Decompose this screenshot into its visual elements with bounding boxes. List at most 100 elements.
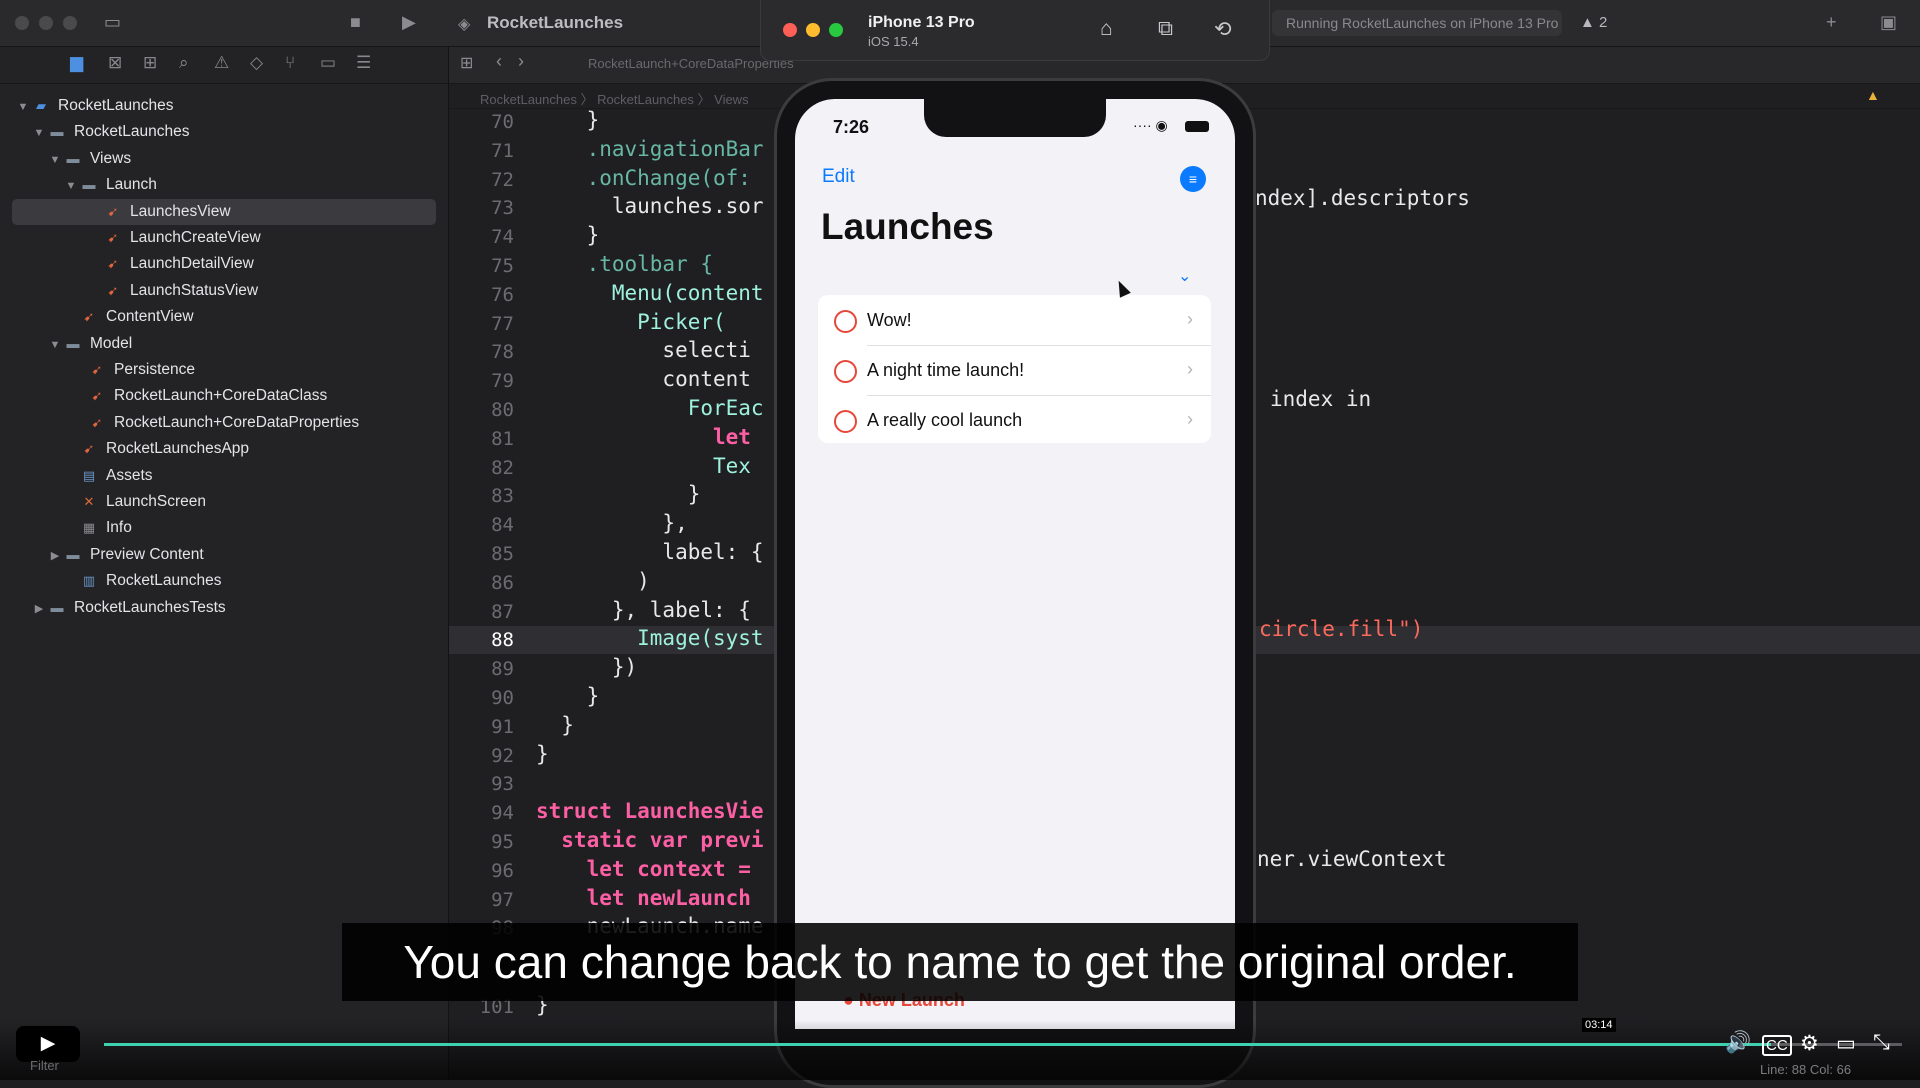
- tree-item[interactable]: ➹ LaunchesView: [88, 199, 231, 225]
- issue-navigator-icon[interactable]: ⚠: [214, 53, 229, 73]
- code-line[interactable]: ForEac: [536, 396, 764, 420]
- code-line[interactable]: let newLaunch: [536, 886, 751, 910]
- code-line[interactable]: Tex: [536, 454, 751, 478]
- code-line[interactable]: Picker(: [536, 310, 726, 334]
- tree-item[interactable]: ▼ ▰ RocketLaunches: [16, 93, 174, 120]
- run-icon[interactable]: ▶: [402, 12, 416, 33]
- tree-item[interactable]: ➹ LaunchDetailView: [88, 251, 254, 277]
- code-line[interactable]: }): [536, 655, 637, 679]
- jump-warning-icon[interactable]: ▲: [1866, 87, 1880, 103]
- tree-item[interactable]: ➹ RocketLaunchesApp: [64, 436, 250, 462]
- disclosure-chevron-icon[interactable]: ▼: [48, 332, 62, 358]
- code-line[interactable]: let context =: [536, 857, 751, 881]
- launch-row[interactable]: A really cool launch ›: [818, 396, 1211, 446]
- home-icon[interactable]: ⌂: [1100, 17, 1113, 41]
- code-line[interactable]: }: [536, 108, 600, 132]
- closed-captions-icon[interactable]: CC: [1762, 1035, 1792, 1056]
- code-line[interactable]: }: [536, 223, 600, 247]
- tree-item[interactable]: ▦ Info: [64, 515, 132, 541]
- code-line[interactable]: launches.sor: [536, 194, 764, 218]
- find-navigator-icon[interactable]: ⌕: [179, 53, 189, 73]
- disclosure-chevron-icon[interactable]: ▼: [16, 94, 30, 120]
- miniplayer-icon[interactable]: ▭: [1836, 1031, 1856, 1056]
- project-navigator-icon[interactable]: ▆: [70, 53, 83, 73]
- code-line[interactable]: .navigationBar: [536, 137, 764, 161]
- volume-icon[interactable]: 🔊: [1725, 1031, 1751, 1055]
- disclosure-chevron-icon[interactable]: ▶: [32, 596, 46, 622]
- report-navigator-icon[interactable]: ☰: [356, 53, 371, 73]
- test-navigator-icon[interactable]: ◇: [250, 53, 263, 73]
- tree-item[interactable]: ▼ ▬ RocketLaunches: [32, 119, 190, 146]
- tree-item[interactable]: ▼ ▬ Model: [48, 331, 133, 358]
- tree-item[interactable]: ✕ LaunchScreen: [64, 489, 206, 515]
- code-fragment-index[interactable]: index in: [1270, 387, 1371, 411]
- symbol-navigator-icon[interactable]: ⊞: [143, 53, 157, 73]
- launch-row[interactable]: Wow! ›: [818, 296, 1211, 346]
- tree-item[interactable]: ➹ RocketLaunch+CoreDataProperties: [72, 410, 360, 436]
- code-line[interactable]: Menu(content: [536, 281, 764, 305]
- warning-badge[interactable]: ▲ 2: [1580, 14, 1607, 31]
- code-line[interactable]: struct LaunchesVie: [536, 799, 764, 823]
- tree-item[interactable]: ➹ LaunchStatusView: [88, 278, 259, 304]
- debug-navigator-icon[interactable]: ⑂: [285, 53, 295, 73]
- play-button[interactable]: ▶: [16, 1026, 80, 1062]
- close-window-button[interactable]: [15, 16, 29, 30]
- source-control-icon[interactable]: ⊠: [108, 53, 122, 73]
- code-line[interactable]: }: [536, 482, 701, 506]
- simulator-zoom-button[interactable]: [829, 23, 843, 37]
- edit-button[interactable]: Edit: [822, 166, 855, 188]
- sidebar-toggle-icon[interactable]: ▭: [104, 12, 121, 33]
- back-icon[interactable]: ‹: [496, 51, 502, 72]
- navigator-filter[interactable]: Filter: [30, 1058, 59, 1073]
- code-line[interactable]: },: [536, 511, 687, 535]
- forward-icon[interactable]: ›: [518, 51, 524, 72]
- code-line[interactable]: }: [536, 713, 574, 737]
- simulator-minimize-button[interactable]: [806, 23, 820, 37]
- minimize-window-button[interactable]: [39, 16, 53, 30]
- code-line[interactable]: }: [536, 742, 549, 766]
- tree-item[interactable]: ▤ Assets: [64, 463, 153, 489]
- sort-menu-icon[interactable]: ≡: [1180, 166, 1206, 192]
- tree-item[interactable]: ➹ LaunchCreateView: [88, 225, 261, 251]
- code-line[interactable]: content: [536, 367, 751, 391]
- tree-item[interactable]: ▼ ▬ Views: [48, 146, 132, 173]
- tree-item[interactable]: ➹ ContentView: [64, 304, 194, 330]
- tree-item[interactable]: ▼ ▬ Launch: [64, 172, 157, 198]
- code-line[interactable]: ): [536, 569, 650, 593]
- code-line[interactable]: }, label: {: [536, 598, 751, 622]
- screenshot-icon[interactable]: ⧉: [1158, 17, 1173, 41]
- disclosure-chevron-icon[interactable]: ▶: [48, 543, 62, 569]
- stop-icon[interactable]: ■: [350, 12, 361, 33]
- add-icon[interactable]: +: [1826, 12, 1837, 33]
- code-fragment-circle-fill[interactable]: circle.fill"): [1259, 617, 1423, 641]
- code-line[interactable]: selecti: [536, 338, 751, 362]
- code-fragment-descriptors[interactable]: ndex].descriptors: [1255, 186, 1470, 210]
- tree-item[interactable]: ➹ Persistence: [72, 357, 195, 383]
- code-line[interactable]: .toolbar {: [536, 252, 713, 276]
- settings-gear-icon[interactable]: ⚙: [1800, 1031, 1819, 1056]
- zoom-window-button[interactable]: [63, 16, 77, 30]
- code-line[interactable]: .onChange(of:: [536, 166, 751, 190]
- launch-row[interactable]: A night time launch! ›: [818, 346, 1211, 396]
- jump-bar-path[interactable]: RocketLaunches 〉 RocketLaunches 〉 Views: [480, 89, 749, 108]
- disclosure-chevron-icon[interactable]: ▼: [64, 173, 78, 199]
- simulator-close-button[interactable]: [783, 23, 797, 37]
- breakpoint-navigator-icon[interactable]: ▭: [320, 53, 336, 73]
- disclosure-chevron-icon[interactable]: ▼: [48, 147, 62, 173]
- exit-fullscreen-icon[interactable]: ⤡: [1873, 1031, 1890, 1055]
- code-line[interactable]: label: {: [536, 540, 763, 564]
- chevron-down-icon[interactable]: ⌄: [1178, 266, 1191, 286]
- code-line[interactable]: Image(syst: [536, 626, 763, 650]
- disclosure-chevron-icon[interactable]: ▼: [32, 120, 46, 146]
- tree-item[interactable]: ▶ ▬ RocketLaunchesTests: [32, 595, 226, 621]
- grid-icon[interactable]: ⊞: [460, 53, 473, 73]
- code-line[interactable]: let: [536, 425, 751, 449]
- code-fragment-viewcontext[interactable]: ner.viewContext: [1257, 847, 1447, 871]
- rotate-icon[interactable]: ⟲: [1214, 17, 1232, 42]
- code-line[interactable]: static var previ: [536, 828, 763, 852]
- inspector-toggle-icon[interactable]: ▣: [1880, 12, 1897, 33]
- tree-item[interactable]: ▶ ▬ Preview Content: [48, 542, 204, 568]
- code-line[interactable]: }: [536, 684, 600, 708]
- tree-item[interactable]: ▥ RocketLaunches: [64, 568, 222, 594]
- tree-item[interactable]: ➹ RocketLaunch+CoreDataClass: [72, 383, 328, 409]
